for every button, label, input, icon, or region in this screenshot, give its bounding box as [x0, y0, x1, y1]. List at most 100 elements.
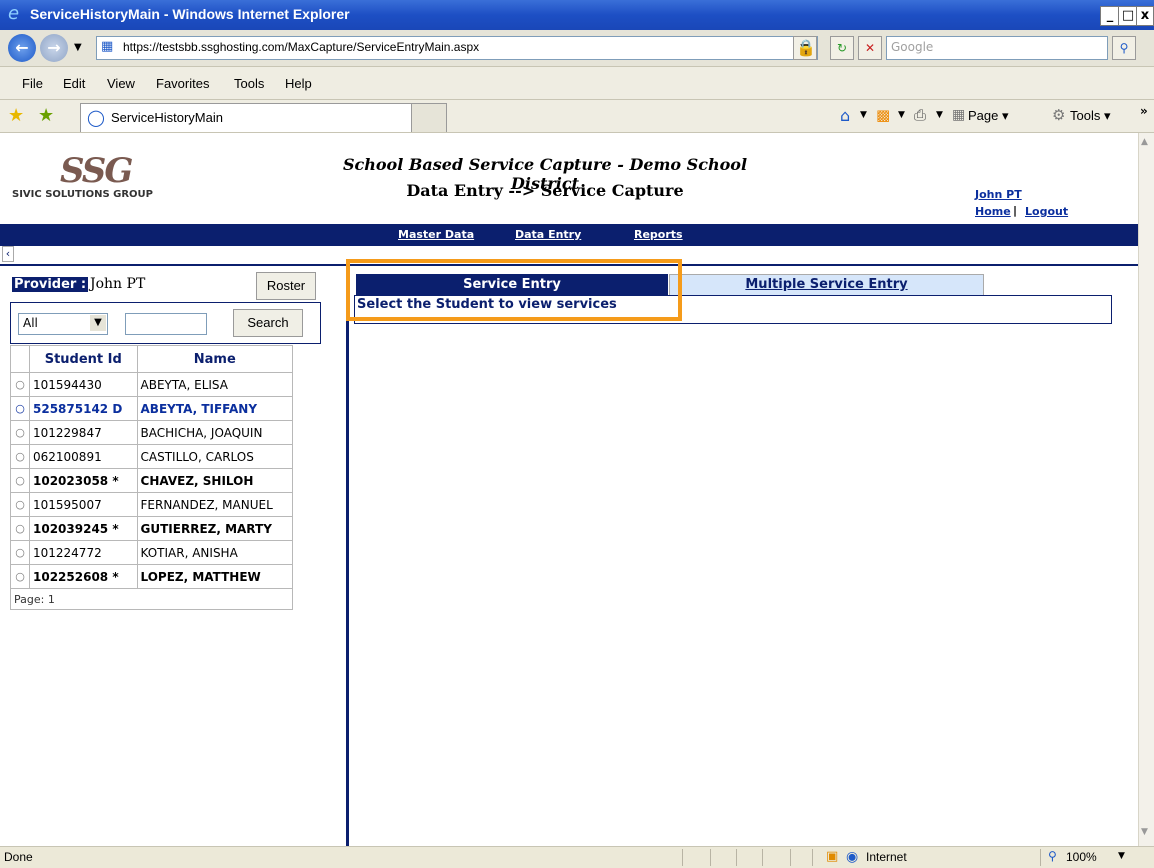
student-id-header: Student Id [29, 345, 138, 373]
student-name-cell: ABEYTA, TIFFANY [136, 396, 294, 421]
page-content: SSG SIVIC SOLUTIONS GROUP School Based S… [0, 133, 1138, 846]
student-table: Student Id Name ○ 101594430 ABEYTA, ELISA ○… [10, 345, 294, 610]
table-header-row: Student Id Name [10, 345, 294, 373]
new-tab-button[interactable] [411, 103, 447, 132]
student-radio[interactable]: ○ [10, 372, 30, 397]
home-dropdown-icon[interactable]: ▼ [860, 110, 867, 120]
student-name-cell: KOTIAR, ANISHA [136, 540, 294, 565]
student-id-cell: 525875142 D [29, 396, 138, 421]
student-radio[interactable]: ○ [10, 516, 30, 541]
feeds-icon[interactable]: ▩ [876, 106, 890, 124]
panel-divider [346, 265, 349, 846]
provider-label: Provider : [12, 277, 89, 292]
menu-favorites[interactable]: Favorites [156, 76, 209, 91]
table-row[interactable]: ○ 101229847 BACHICHA, JOAQUIN [10, 420, 294, 445]
scroll-up-icon[interactable]: ▲ [1141, 137, 1148, 147]
feeds-dropdown-icon[interactable]: ▼ [898, 110, 905, 120]
student-radio[interactable]: ○ [10, 492, 30, 517]
filter-select-value: All [23, 316, 38, 330]
address-toolbar: ← → ▼ ▦ https://testsbb.ssghosting.com/M… [0, 30, 1154, 67]
table-row[interactable]: ○ 102039245 * GUTIERREZ, MARTY [10, 516, 294, 541]
tools-menu[interactable]: Tools ▾ [1070, 108, 1111, 124]
student-radio[interactable]: ○ [10, 540, 30, 565]
student-name-cell: FERNANDEZ, MANUEL [136, 492, 294, 517]
print-icon[interactable]: ⎙ [914, 106, 926, 124]
user-link[interactable]: John PT [975, 188, 1022, 201]
nav-master-data[interactable]: Master Data [398, 228, 474, 241]
collapse-panel-icon[interactable]: ‹ [2, 246, 14, 262]
table-row[interactable]: ○ 101224772 KOTIAR, ANISHA [10, 540, 294, 565]
student-id-cell: 101595007 [29, 492, 138, 517]
stop-icon[interactable]: ✕ [858, 36, 882, 60]
student-radio[interactable]: ○ [10, 444, 30, 469]
status-cell [736, 849, 737, 866]
page-menu[interactable]: Page ▾ [968, 108, 1009, 124]
menu-bar: File Edit View Favorites Tools Help [0, 67, 1154, 100]
roster-button[interactable]: Roster [256, 272, 316, 300]
student-radio[interactable]: ○ [10, 468, 30, 493]
student-radio[interactable]: ○ [10, 420, 30, 445]
student-name-cell: CASTILLO, CARLOS [136, 444, 294, 469]
close-button[interactable]: x [1136, 6, 1154, 26]
window-title: ServiceHistoryMain - Windows Internet Ex… [30, 6, 350, 22]
nav-data-entry[interactable]: Data Entry [515, 228, 581, 241]
menu-view[interactable]: View [107, 76, 135, 91]
back-button[interactable]: ← [8, 34, 36, 62]
status-cell [812, 849, 813, 866]
lock-icon[interactable]: 🔒 [796, 38, 816, 57]
menu-tools[interactable]: Tools [234, 76, 264, 91]
nav-reports[interactable]: Reports [634, 228, 683, 241]
student-id-cell: 102039245 * [29, 516, 138, 541]
browser-tab[interactable]: ◯ ServiceHistoryMain [80, 103, 412, 132]
scroll-down-icon[interactable]: ▼ [1141, 827, 1148, 837]
chevron-more-icon[interactable]: » [1140, 104, 1148, 118]
print-dropdown-icon[interactable]: ▼ [936, 110, 943, 120]
zoom-dropdown-icon[interactable]: ▼ [1118, 851, 1125, 861]
window-title-bar: e ServiceHistoryMain - Windows Internet … [0, 0, 1154, 30]
minimize-button[interactable]: _ [1100, 6, 1120, 26]
gear-icon: ⚙ [1052, 106, 1066, 124]
page-indicator: Page: 1 [10, 588, 293, 610]
forward-button[interactable]: → [40, 34, 68, 62]
search-button[interactable]: Search [233, 309, 303, 337]
chevron-down-icon[interactable]: ▼ [90, 315, 106, 331]
student-id-cell: 102023058 * [29, 468, 138, 493]
status-cell [1040, 849, 1041, 866]
table-row[interactable]: ○ 101595007 FERNANDEZ, MANUEL [10, 492, 294, 517]
tab-multiple-service-entry[interactable]: Multiple Service Entry [669, 274, 984, 296]
student-name-cell: LOPEZ, MATTHEW [136, 564, 294, 589]
menu-help[interactable]: Help [285, 76, 312, 91]
menu-file[interactable]: File [22, 76, 43, 91]
page-title: Data Entry --> Service Capture [406, 181, 684, 200]
table-row[interactable]: ○ 525875142 D ABEYTA, TIFFANY [10, 396, 294, 421]
favorites-star-icon[interactable]: ★ [8, 105, 24, 126]
filter-select[interactable]: All ▼ [18, 313, 108, 335]
zoom-level[interactable]: 100% [1066, 850, 1097, 864]
add-favorite-icon[interactable]: ★ [38, 105, 54, 126]
menu-edit[interactable]: Edit [63, 76, 85, 91]
link-separator: | [1013, 204, 1018, 217]
student-name-cell: GUTIERREZ, MARTY [136, 516, 294, 541]
maximize-button[interactable]: □ [1118, 6, 1138, 26]
student-radio[interactable]: ○ [10, 396, 30, 421]
radio-header [10, 345, 30, 373]
history-dropdown-icon[interactable]: ▼ [74, 42, 82, 53]
student-search-input[interactable] [125, 313, 207, 335]
search-icon[interactable]: ⚲ [1112, 36, 1136, 60]
search-input[interactable]: Google [886, 36, 1108, 60]
zoom-icon: ⚲ [1048, 849, 1057, 863]
page-scrollbar[interactable]: ▲ ▼ [1138, 133, 1154, 846]
table-row[interactable]: ○ 062100891 CASTILLO, CARLOS [10, 444, 294, 469]
home-link[interactable]: Home [975, 205, 1011, 218]
student-radio[interactable]: ○ [10, 564, 30, 589]
logout-link[interactable]: Logout [1025, 205, 1068, 218]
home-icon[interactable]: ⌂ [840, 106, 850, 125]
page-icon: ▦ [101, 39, 114, 54]
address-bar[interactable]: ▦ https://testsbb.ssghosting.com/MaxCapt… [96, 36, 818, 60]
status-text: Done [4, 850, 33, 864]
table-row[interactable]: ○ 102023058 * CHAVEZ, SHILOH [10, 468, 294, 493]
refresh-icon[interactable]: ↻ [830, 36, 854, 60]
table-row[interactable]: ○ 101594430 ABEYTA, ELISA [10, 372, 294, 397]
table-row[interactable]: ○ 102252608 * LOPEZ, MATTHEW [10, 564, 294, 589]
student-id-cell: 101224772 [29, 540, 138, 565]
